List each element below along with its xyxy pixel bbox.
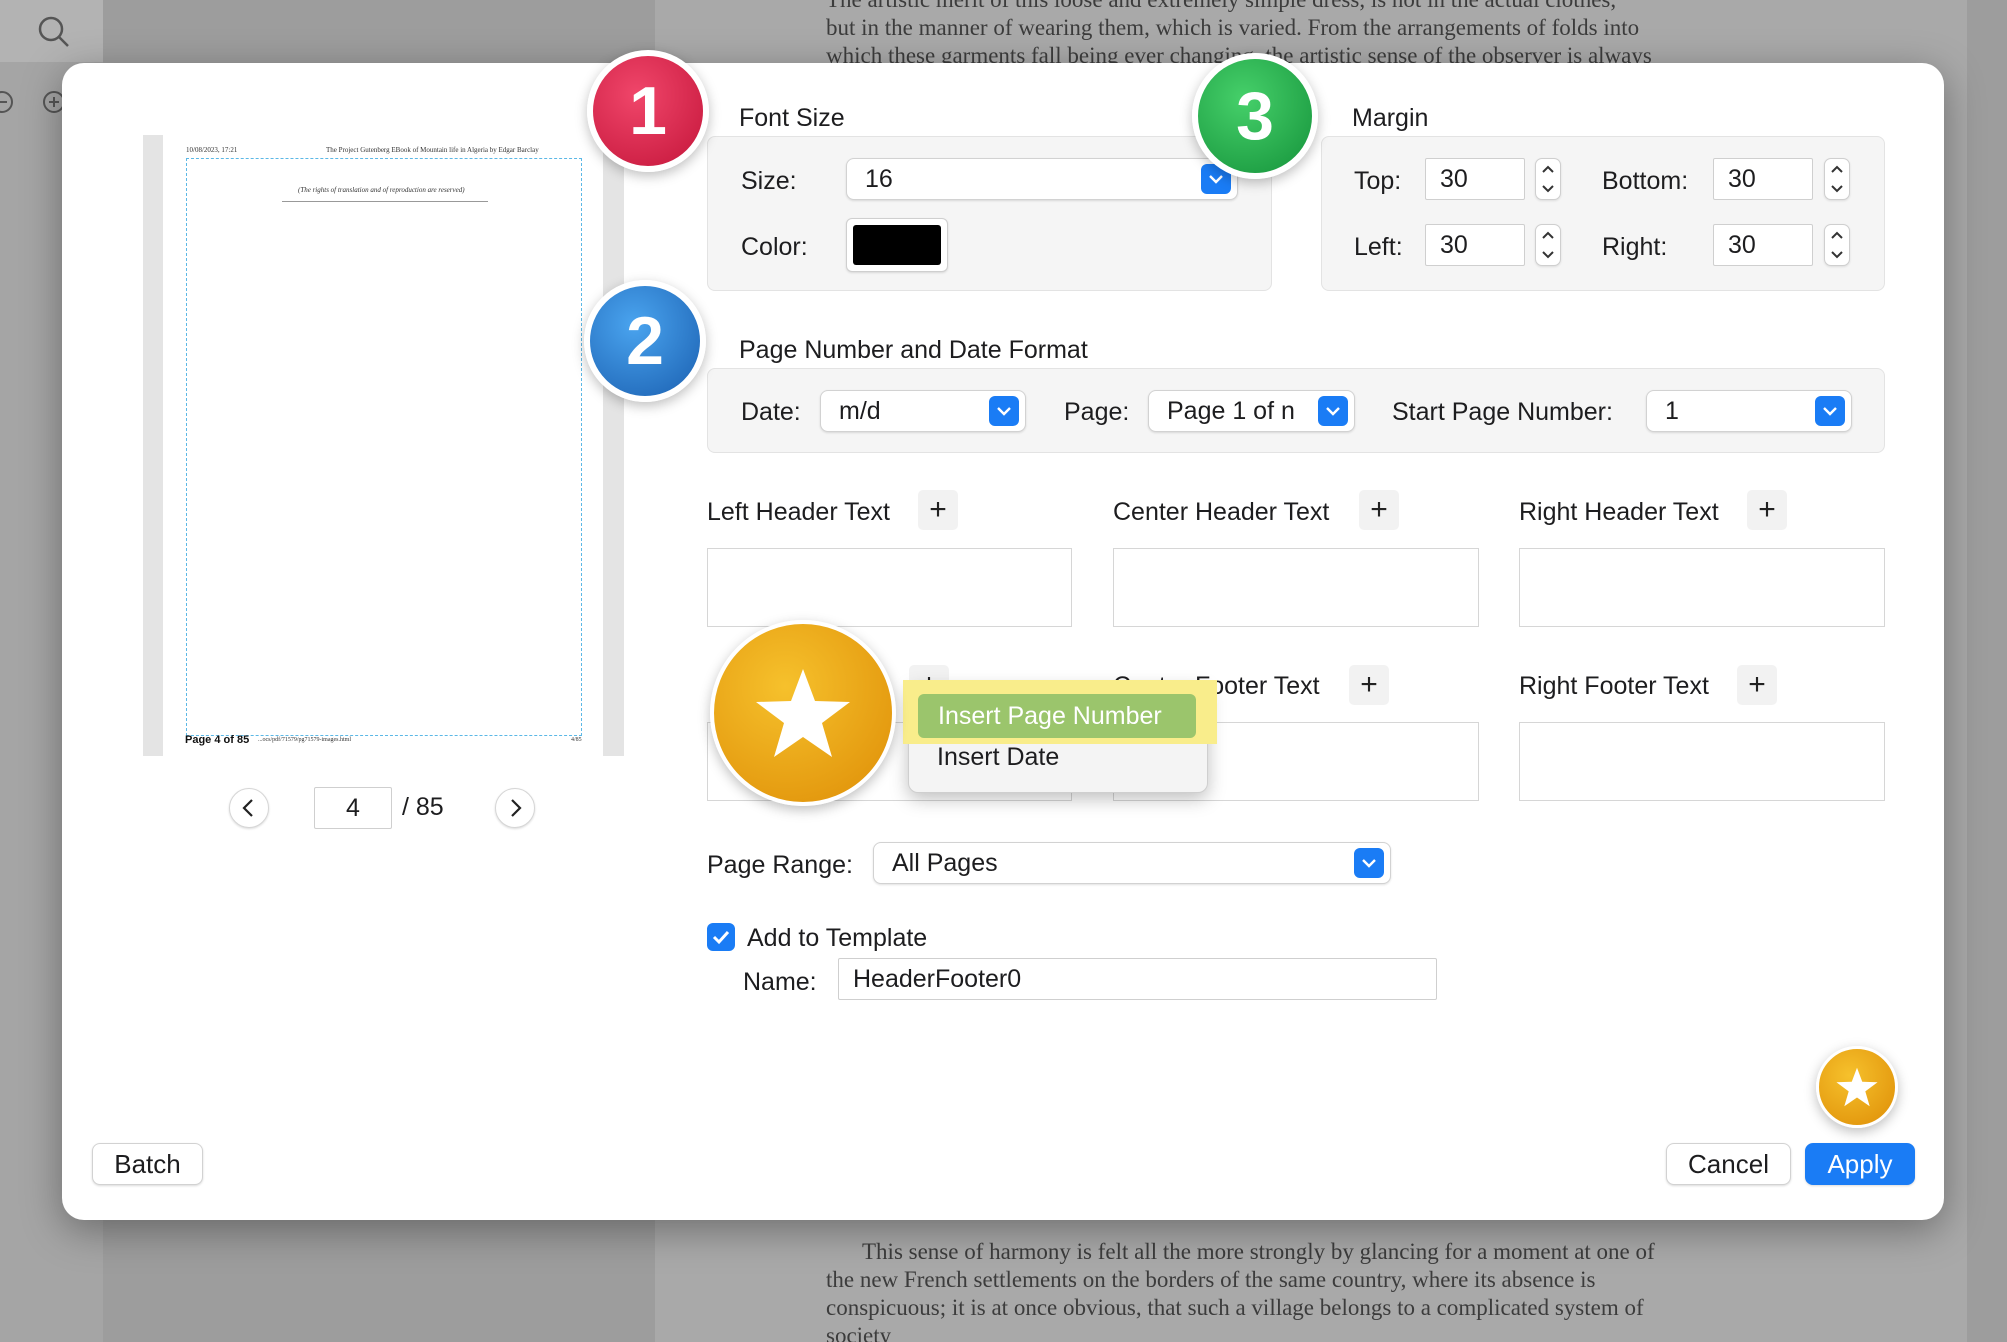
margin-right-field[interactable]: 30: [1713, 224, 1813, 266]
previous-page-button[interactable]: [229, 788, 269, 828]
chevron-down-icon: [1542, 251, 1554, 259]
chevron-right-icon: [511, 799, 522, 817]
chevron-down-icon: [1831, 185, 1843, 193]
margin-right-stepper[interactable]: [1824, 224, 1850, 266]
start-page-number-value: 1: [1665, 396, 1679, 425]
star-icon: [1836, 1067, 1878, 1107]
add-to-template-label: Add to Template: [747, 924, 928, 952]
color-well[interactable]: [846, 218, 948, 272]
right-header-add-button[interactable]: +: [1747, 490, 1787, 530]
center-header-label: Center Header Text: [1113, 498, 1330, 526]
margin-right-label: Right:: [1602, 233, 1668, 261]
chevron-down-icon: [989, 396, 1019, 426]
insert-date-menu-item[interactable]: Insert Date: [937, 743, 1059, 772]
plus-icon: +: [1370, 493, 1388, 526]
left-header-add-button[interactable]: +: [918, 490, 958, 530]
date-label: Date:: [741, 398, 801, 426]
start-page-number-label: Start Page Number:: [1392, 398, 1613, 426]
chevron-up-icon: [1831, 231, 1843, 239]
size-label: Size:: [741, 167, 797, 195]
preview-rule: [282, 201, 488, 202]
star-icon: [756, 669, 850, 757]
cancel-button[interactable]: Cancel: [1666, 1143, 1791, 1185]
zoom-out-icon[interactable]: [0, 90, 16, 121]
margin-left-stepper[interactable]: [1535, 224, 1561, 266]
margin-top-stepper[interactable]: [1535, 158, 1561, 200]
insert-page-number-menu-item[interactable]: Insert Page Number: [918, 694, 1196, 738]
font-size-title: Font Size: [739, 104, 845, 132]
preview-header-center: The Project Gutenberg EBook of Mountain …: [326, 146, 539, 154]
margin-guide: [186, 158, 582, 736]
date-format-select[interactable]: m/d: [820, 390, 1026, 432]
chevron-down-icon: [1318, 396, 1348, 426]
right-header-label: Right Header Text: [1519, 498, 1719, 526]
chevron-down-icon: [1542, 185, 1554, 193]
right-footer-add-button[interactable]: +: [1737, 665, 1777, 705]
margin-bottom-label: Bottom:: [1602, 167, 1689, 195]
star-badge: [710, 620, 896, 806]
plus-icon: +: [1758, 493, 1776, 526]
add-to-template-checkbox[interactable]: [707, 923, 735, 951]
total-pages-label: / 85: [402, 793, 444, 821]
checkmark-icon: [712, 930, 730, 945]
margin-bottom-stepper[interactable]: [1824, 158, 1850, 200]
margin-left-field[interactable]: 30: [1425, 224, 1525, 266]
margin-top-field[interactable]: 30: [1425, 158, 1525, 200]
plus-icon: +: [1360, 668, 1378, 701]
margin-title: Margin: [1352, 104, 1429, 132]
chevron-down-icon: [1831, 251, 1843, 259]
page-format-value: Page 1 of n: [1167, 396, 1295, 425]
right-footer-label: Right Footer Text: [1519, 672, 1709, 700]
start-page-number-select[interactable]: 1: [1646, 390, 1852, 432]
date-format-value: m/d: [839, 396, 881, 425]
preview-footer-right: 4/85: [571, 737, 582, 743]
chevron-up-icon: [1542, 165, 1554, 173]
font-size-select[interactable]: 16: [846, 158, 1238, 200]
color-label: Color:: [741, 233, 808, 261]
margin-bottom-field[interactable]: 30: [1713, 158, 1813, 200]
font-size-value: 16: [865, 164, 893, 193]
annotation-badge-3: 3: [1192, 53, 1318, 179]
color-swatch: [853, 225, 941, 265]
margin-top-label: Top:: [1354, 167, 1402, 195]
center-header-add-button[interactable]: +: [1359, 490, 1399, 530]
batch-button[interactable]: Batch: [92, 1143, 203, 1185]
page-format-select[interactable]: Page 1 of n: [1148, 390, 1355, 432]
background-text-bottom: This sense of harmony is felt all the mo…: [826, 1239, 1655, 1342]
page-label: Page:: [1064, 398, 1130, 426]
page-number-field[interactable]: 4: [314, 787, 392, 829]
template-name-field[interactable]: HeaderFooter0: [838, 958, 1437, 1000]
chevron-up-icon: [1542, 231, 1554, 239]
star-badge-small: [1816, 1046, 1898, 1128]
preview-footer-url: ...ocs/pdf/71579/pg71579-images.html: [258, 737, 351, 743]
search-icon[interactable]: [34, 12, 74, 57]
plus-icon: +: [929, 493, 947, 526]
left-header-label: Left Header Text: [707, 498, 890, 526]
annotation-badge-1: 1: [587, 50, 709, 172]
apply-button[interactable]: Apply: [1805, 1143, 1915, 1185]
template-name-label: Name:: [743, 968, 817, 996]
chevron-down-icon: [1815, 396, 1845, 426]
preview-subtitle: (The rights of translation and of reprod…: [298, 186, 465, 194]
annotation-badge-2: 2: [584, 280, 706, 402]
page-range-label: Page Range:: [707, 851, 853, 879]
page-number-date-title: Page Number and Date Format: [739, 336, 1088, 364]
right-footer-textbox[interactable]: [1519, 722, 1885, 801]
next-page-button[interactable]: [495, 788, 535, 828]
left-header-textbox[interactable]: [707, 548, 1072, 627]
plus-icon: +: [1748, 668, 1766, 701]
page-range-value: All Pages: [892, 848, 998, 877]
chevron-left-icon: [242, 799, 253, 817]
center-footer-add-button[interactable]: +: [1349, 665, 1389, 705]
center-header-textbox[interactable]: [1113, 548, 1479, 627]
preview-footer-page-number: Page 4 of 85: [185, 734, 250, 746]
chevron-up-icon: [1831, 165, 1843, 173]
margin-left-label: Left:: [1354, 233, 1403, 261]
preview-header-left: 10/08/2023, 17:21: [186, 146, 238, 154]
page-range-select[interactable]: All Pages: [873, 842, 1391, 884]
right-header-textbox[interactable]: [1519, 548, 1885, 627]
chevron-down-icon: [1354, 848, 1384, 878]
